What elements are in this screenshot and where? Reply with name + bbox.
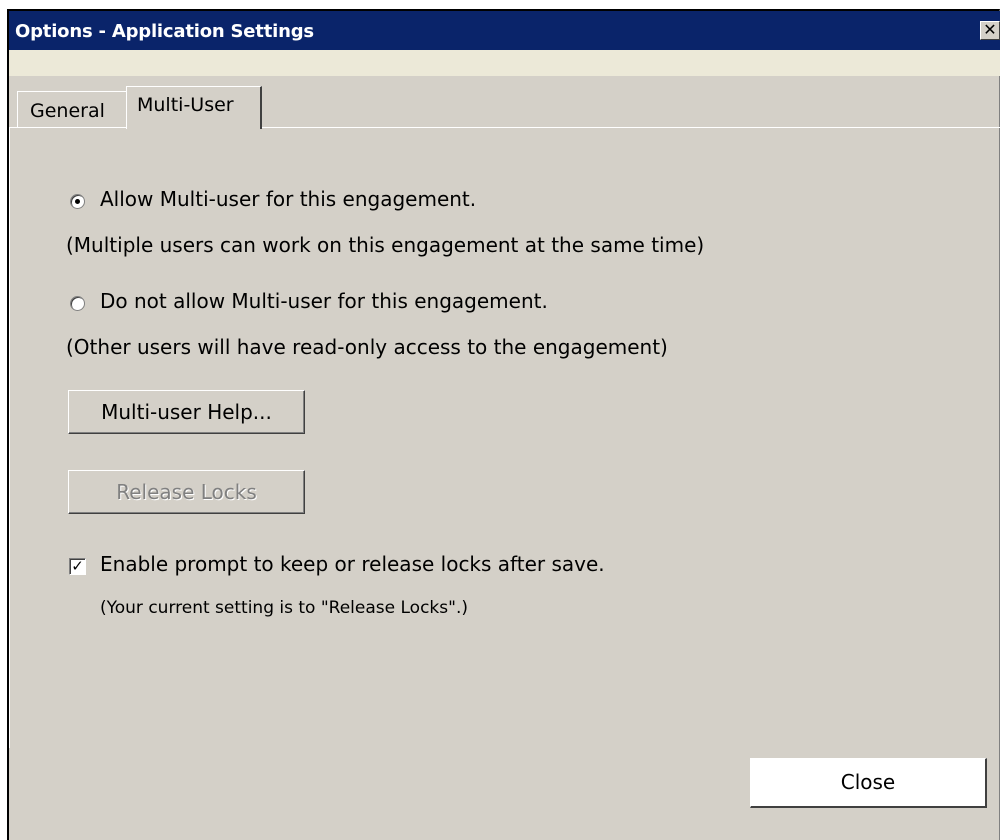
disallow-multi-user-radio[interactable] <box>70 296 85 311</box>
panel-edge <box>9 128 10 748</box>
enable-prompt-checkbox[interactable]: ✓ <box>69 558 86 575</box>
disallow-multi-user-label[interactable]: Do not allow Multi-user for this engagem… <box>100 289 548 313</box>
current-setting-note: (Your current setting is to "Release Loc… <box>100 598 468 618</box>
dialog-title: Options - Application Settings <box>15 21 314 42</box>
allow-multi-user-note: (Multiple users can work on this engagem… <box>66 233 705 257</box>
multi-user-help-button[interactable]: Multi-user Help... <box>68 390 305 434</box>
close-button[interactable]: Close <box>750 758 987 808</box>
header-strip <box>9 50 1000 76</box>
disallow-multi-user-note: (Other users will have read-only access … <box>66 335 668 359</box>
title-bar[interactable]: Options - Application Settings ✕ <box>9 11 1000 50</box>
tab-general[interactable]: General <box>17 91 128 127</box>
tab-multi-user[interactable]: Multi-User <box>126 86 262 129</box>
allow-multi-user-radio[interactable] <box>70 194 85 209</box>
allow-multi-user-label[interactable]: Allow Multi-user for this engagement. <box>100 187 476 211</box>
release-locks-button[interactable]: Release Locks <box>68 470 305 514</box>
radio-selected-dot <box>75 199 80 204</box>
enable-prompt-label[interactable]: Enable prompt to keep or release locks a… <box>100 552 605 576</box>
close-icon[interactable]: ✕ <box>980 21 1000 40</box>
options-dialog: Options - Application Settings ✕ General… <box>7 9 1000 840</box>
